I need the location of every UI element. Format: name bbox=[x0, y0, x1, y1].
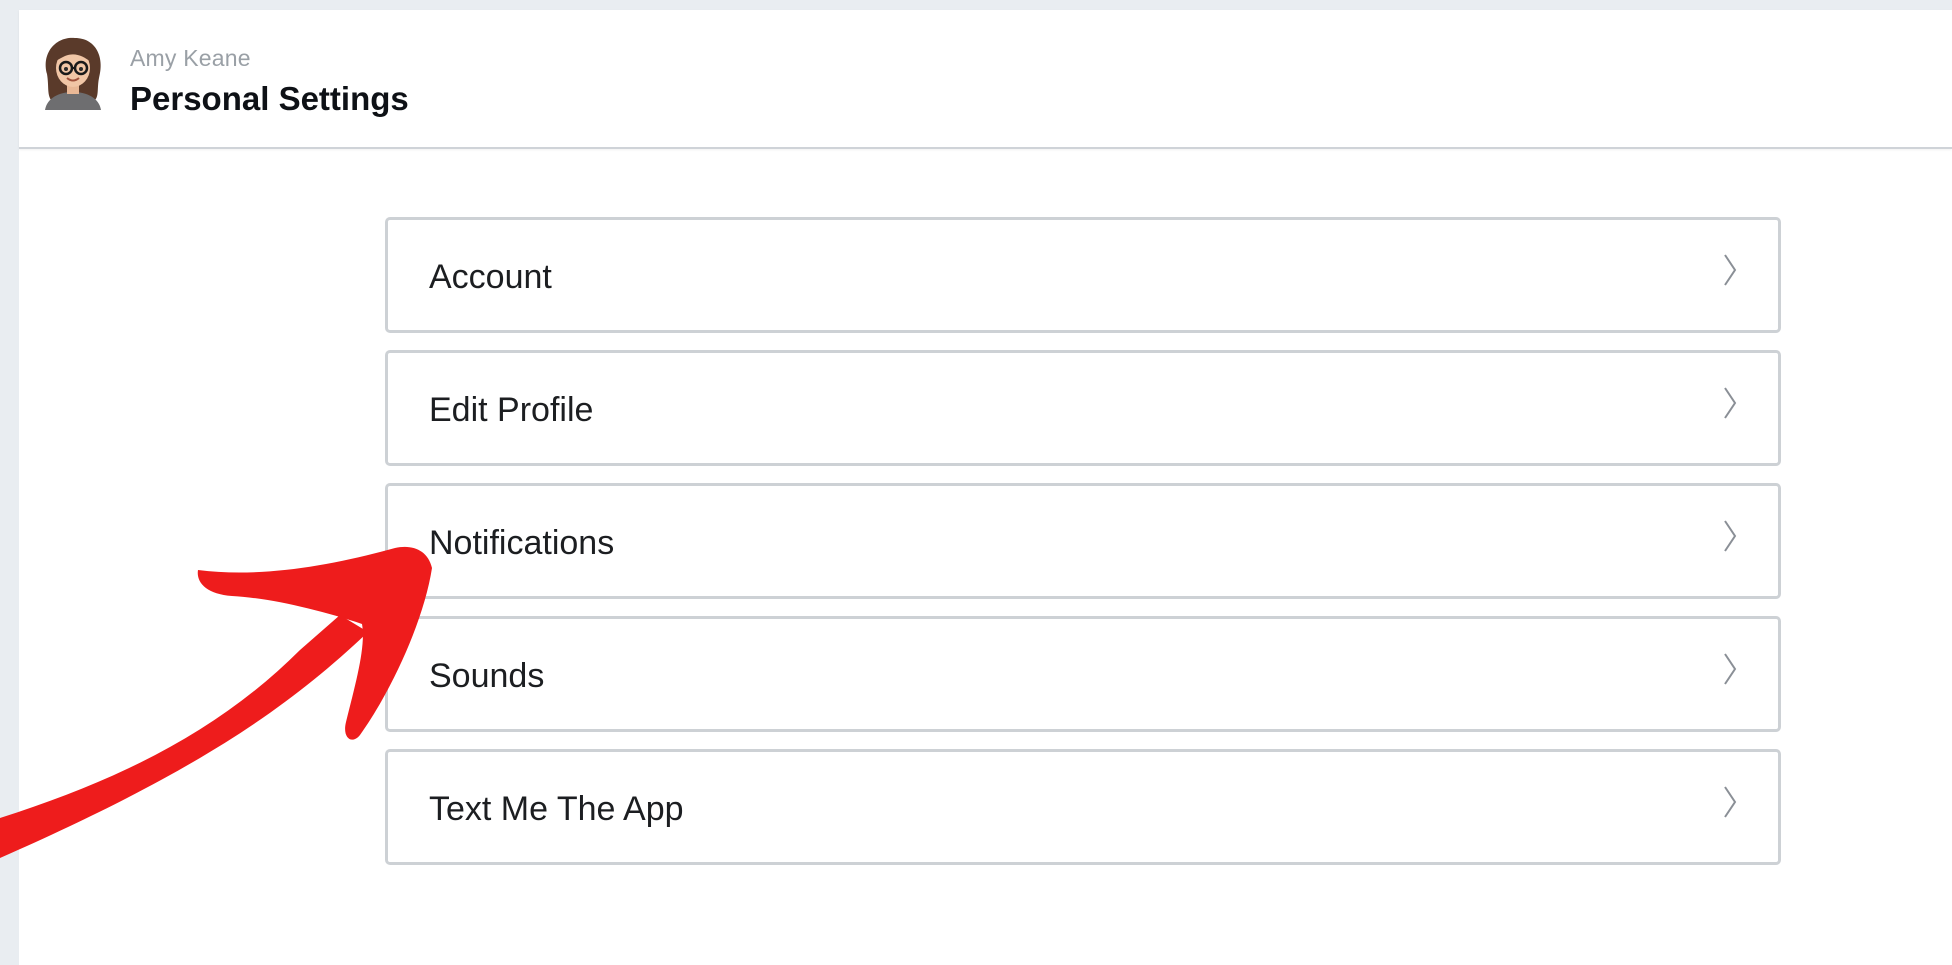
chevron-right-icon bbox=[1724, 387, 1737, 419]
menu-item-notifications[interactable]: Notifications bbox=[385, 483, 1781, 599]
menu-item-label: Notifications bbox=[429, 524, 615, 562]
menu-item-account[interactable]: Account bbox=[385, 217, 1781, 333]
chevron-right-icon bbox=[1724, 786, 1737, 818]
chevron-right-icon bbox=[1724, 653, 1737, 685]
user-name: Amy Keane bbox=[130, 45, 251, 71]
menu-item-sounds[interactable]: Sounds bbox=[385, 616, 1781, 732]
avatar[interactable] bbox=[39, 34, 107, 110]
chevron-right-icon bbox=[1724, 254, 1737, 286]
menu-item-label: Account bbox=[429, 258, 552, 296]
menu-item-label: Edit Profile bbox=[429, 391, 594, 429]
menu-item-text-me-the-app[interactable]: Text Me The App bbox=[385, 749, 1781, 865]
settings-menu: Account Edit Profile Notifications Sound… bbox=[385, 217, 1781, 882]
settings-header: Amy Keane Personal Settings bbox=[19, 10, 1952, 149]
chevron-right-icon bbox=[1724, 520, 1737, 552]
page-title: Personal Settings bbox=[130, 80, 409, 117]
menu-item-label: Text Me The App bbox=[429, 790, 684, 828]
menu-item-label: Sounds bbox=[429, 657, 545, 695]
menu-item-edit-profile[interactable]: Edit Profile bbox=[385, 350, 1781, 466]
